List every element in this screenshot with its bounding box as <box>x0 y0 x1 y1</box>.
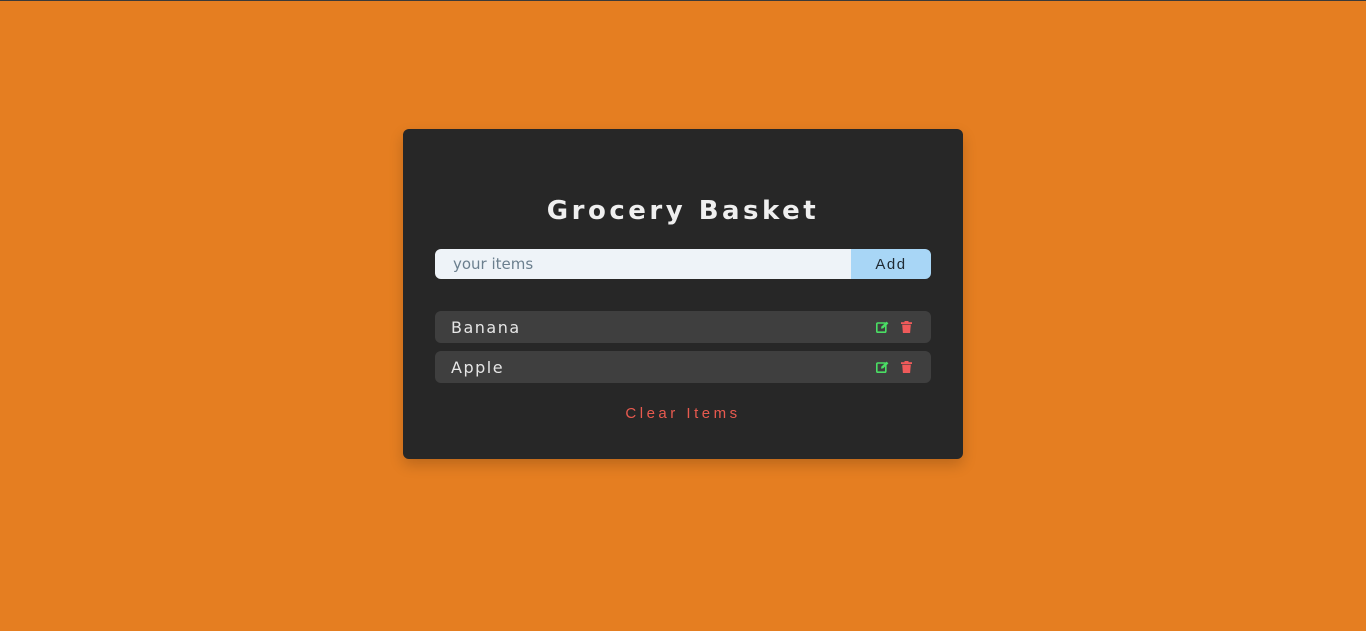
edit-icon[interactable] <box>875 360 889 374</box>
list-item: Apple <box>435 351 931 383</box>
list-item-actions <box>875 360 913 374</box>
top-border-line <box>0 0 1366 1</box>
trash-icon[interactable] <box>899 320 913 334</box>
clear-items-button[interactable]: Clear Items <box>403 405 963 422</box>
list-item-label: Apple <box>451 357 505 377</box>
grocery-list: Banana Apple <box>435 311 931 391</box>
edit-icon[interactable] <box>875 320 889 334</box>
add-item-form: Add <box>435 249 931 279</box>
list-item-label: Banana <box>451 317 521 337</box>
item-input[interactable] <box>435 249 851 279</box>
list-item: Banana <box>435 311 931 343</box>
list-item-actions <box>875 320 913 334</box>
grocery-card: Grocery Basket Add Banana <box>403 129 963 459</box>
page-title: Grocery Basket <box>546 196 820 226</box>
trash-icon[interactable] <box>899 360 913 374</box>
add-button[interactable]: Add <box>851 249 931 279</box>
